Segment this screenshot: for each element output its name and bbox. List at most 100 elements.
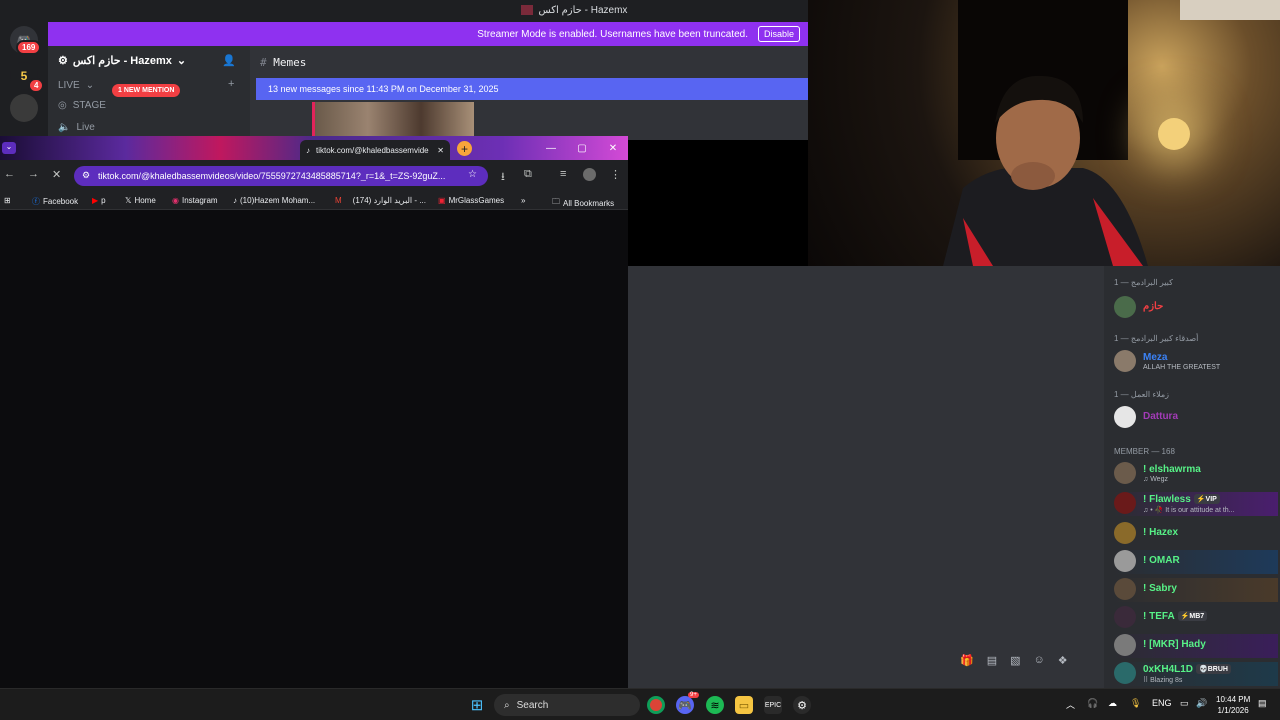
notification-icon[interactable]: ▤ — [1258, 698, 1267, 709]
bookmark-star-icon[interactable]: ☆ — [468, 169, 477, 180]
member-row[interactable]: ! Hazex — [1114, 522, 1278, 546]
member-row[interactable]: ! TEFA ⚡MB7 — [1114, 606, 1278, 630]
clock-time: 10:44 PM — [1216, 695, 1251, 704]
windows-start-icon[interactable]: ⊞ — [468, 696, 486, 714]
profile-avatar[interactable] — [583, 168, 596, 181]
back-icon[interactable]: ← — [4, 168, 15, 180]
bookmark-instagram[interactable]: ◉ Instagram — [172, 196, 218, 205]
avatar — [1114, 462, 1136, 484]
download-icon[interactable]: ⭳ — [501, 168, 505, 187]
channel-stage[interactable]: ◎ STAGE — [58, 100, 106, 111]
minimize-icon[interactable]: — — [540, 139, 562, 157]
channel-live[interactable]: 🔈 Live — [58, 122, 95, 133]
apps-icon[interactable]: ❖ — [1058, 654, 1068, 667]
more-bookmarks-icon[interactable]: » — [521, 196, 525, 205]
taskbar: ⊞ ⌕ Search 🎮 9+ ≋ ▭ EPIC ⚙ ︿ 🎧 ☁ 🎙 ENG ▭… — [0, 688, 1280, 720]
bookmark-facebook[interactable]: ⓕ Facebook — [32, 196, 78, 207]
media-control-icon[interactable]: ≡ — [560, 168, 566, 180]
volume-icon[interactable]: 🔊 — [1196, 698, 1207, 709]
close-tab-icon[interactable]: ✕ — [437, 146, 444, 155]
spotify-icon[interactable]: ≋ — [706, 696, 724, 714]
member-row[interactable]: Dattura — [1114, 406, 1278, 430]
active-tab[interactable]: ♪ tiktok.com/@khaledbassemvide ✕ — [300, 140, 450, 160]
chevron-down-icon: ⌄ — [176, 55, 187, 67]
new-messages-bar[interactable]: 13 new messages since 11:43 PM on Decemb… — [256, 78, 808, 100]
member-status: ⠿ Blazing 8s — [1143, 677, 1183, 684]
server-name-header[interactable]: ⚙ حازم اكس - Hazemx ⌄ — [58, 54, 186, 67]
discord-icon[interactable]: 🎮 — [676, 696, 694, 714]
bookmark-home[interactable]: 𝕏 Home — [125, 196, 156, 205]
avatar — [1114, 350, 1136, 372]
taskbar-search[interactable]: ⌕ Search — [494, 694, 640, 716]
new-tab-icon[interactable]: + — [457, 141, 472, 156]
tab-search-icon[interactable]: ⌄ — [2, 142, 16, 154]
member-name: حازم — [1143, 301, 1164, 312]
microphone-icon[interactable]: 🎙 — [1130, 698, 1141, 709]
file-explorer-icon[interactable]: ▭ — [735, 696, 753, 714]
chevron-up-icon[interactable]: ︿ — [1066, 698, 1075, 711]
member-list: كبير البرادمج — 1 حازم أصدقاء كبير البرا… — [1104, 266, 1280, 688]
bookmark-label: Facebook — [43, 197, 79, 206]
emoji-icon[interactable]: ☺ — [1034, 654, 1045, 667]
apps-icon[interactable]: ⊞ — [4, 196, 11, 205]
category-label: LIVE — [58, 80, 80, 91]
server-badge-icon: ⚙ — [58, 55, 68, 67]
menu-icon[interactable]: ⋮ — [610, 168, 621, 181]
category-live[interactable]: LIVE ⌄ — [58, 80, 94, 91]
site-info-icon[interactable]: ⚙ — [82, 170, 90, 181]
avatar — [1114, 296, 1136, 318]
member-tag: ⚡VIP — [1193, 494, 1220, 505]
clock[interactable]: 10:44 PM 1/1/2026 — [1216, 694, 1250, 716]
language-indicator[interactable]: ENG — [1152, 698, 1172, 708]
notification-badge: 169 — [16, 40, 42, 55]
streamer-mode-banner: Streamer Mode is enabled. Usernames have… — [48, 22, 808, 46]
member-name-text: 0xKH4L1D — [1143, 664, 1194, 675]
member-row[interactable]: ! OMAR — [1114, 550, 1278, 574]
steam-icon[interactable]: ⚙ — [793, 696, 811, 714]
member-name: ! Hazex — [1143, 527, 1179, 538]
video-embed-thumbnail[interactable] — [312, 102, 474, 140]
member-row[interactable]: ! elshawrma ♫ Wegz — [1114, 462, 1278, 486]
member-row[interactable]: 0xKH4L1D 💀BRUH ⠿ Blazing 8s — [1114, 662, 1278, 686]
close-window-icon[interactable]: ✕ — [602, 139, 624, 157]
address-bar[interactable]: ⚙ tiktok.com/@khaledbassemvideos/video/7… — [74, 166, 488, 186]
member-group-header: زملاء العمل — 1 — [1114, 390, 1170, 399]
gift-icon[interactable]: 🎁 — [960, 654, 974, 667]
member-row[interactable]: ! [MKR] Hady — [1114, 634, 1278, 658]
disable-streamer-mode-button[interactable]: Disable — [757, 26, 800, 42]
member-tag: ⚡MB7 — [1177, 611, 1208, 622]
stop-loading-icon[interactable]: ✕ — [52, 168, 61, 181]
headset-icon[interactable]: 🎧 — [1087, 698, 1098, 709]
invite-icon[interactable]: 👤 — [222, 54, 236, 67]
server-badge: 4 — [28, 78, 45, 93]
gif-icon[interactable]: ▤ — [987, 654, 997, 667]
new-mention-badge[interactable]: 1 NEW MENTION — [112, 84, 181, 97]
bookmark-p[interactable]: ▶ p — [92, 196, 106, 205]
member-row[interactable]: حازم — [1114, 296, 1278, 320]
webcam-overlay — [808, 0, 1280, 266]
member-row[interactable]: ! Sabry — [1114, 578, 1278, 602]
all-bookmarks[interactable]: 🗀 All Bookmarks — [552, 196, 614, 210]
tab-strip: ⌄ ♪ tiktok.com/@khaledbassemvide ✕ + — ▢… — [0, 136, 628, 160]
server-icon-dark[interactable] — [10, 94, 38, 122]
member-name: Meza — [1143, 352, 1168, 363]
epic-games-icon[interactable]: EPIC — [764, 696, 782, 714]
tab-title: tiktok.com/@khaledbassemvide — [316, 145, 429, 155]
bookmark-mrglassgames[interactable]: ▣ MrGlassGames — [438, 196, 504, 205]
server-icon — [520, 5, 533, 15]
chrome-icon[interactable] — [647, 696, 665, 714]
channel-label: Live — [76, 122, 95, 133]
onedrive-icon[interactable]: ☁ — [1108, 698, 1117, 709]
add-channel-icon[interactable]: + — [228, 78, 234, 90]
sticker-icon[interactable]: ▧ — [1010, 654, 1020, 667]
forward-icon[interactable]: → — [28, 168, 39, 180]
maximize-icon[interactable]: ▢ — [571, 139, 593, 157]
member-row[interactable]: Meza ALLAH THE GREATEST — [1114, 350, 1278, 374]
bookmark-gmail[interactable]: M (174) البريد الوارد - ... — [335, 196, 426, 205]
network-icon[interactable]: ▭ — [1180, 698, 1189, 709]
avatar — [1114, 492, 1136, 514]
member-row[interactable]: ! Flawless ⚡VIP ♫ • 🥀 It is our attitude a… — [1114, 492, 1278, 516]
bookmark-tiktok[interactable]: ♪ (10)Hazem Moham... — [233, 196, 315, 205]
bookmark-label: p — [101, 196, 106, 205]
extensions-icon[interactable]: ⧉ — [524, 168, 532, 181]
